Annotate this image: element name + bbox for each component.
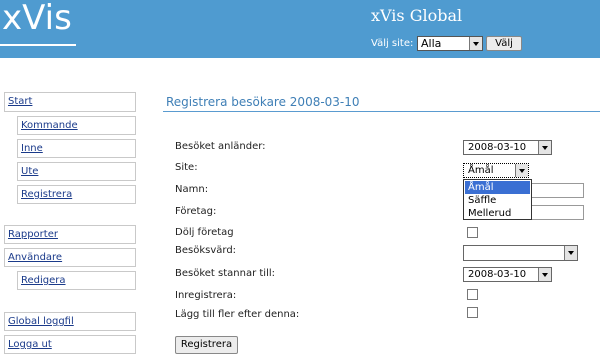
stay-until-select[interactable]: 2008-03-10 [463, 267, 552, 282]
add-more-checkbox[interactable] [467, 307, 478, 318]
site-select-label: Välj site: [371, 38, 414, 49]
name-label: Namn: [175, 184, 209, 195]
logo-underline [0, 44, 76, 46]
nav-item-start[interactable]: Start [4, 92, 136, 112]
nav-item-inne[interactable]: Inne [17, 139, 136, 158]
site-field-select[interactable]: Åmål [463, 163, 529, 178]
nav-item-kommande[interactable]: Kommande [17, 116, 136, 135]
page-title: Registrera besökare 2008-03-10 [166, 95, 360, 109]
site-label: Site: [175, 162, 198, 173]
nav-item-global-loggfil[interactable]: Global loggfil [4, 312, 136, 331]
nav-item-start-label: Start [8, 96, 33, 107]
site-field-value: Åmål [468, 165, 494, 176]
nav-item-ute-label: Ute [21, 166, 39, 177]
host-label: Besöksvärd: [175, 245, 237, 256]
arrival-label: Besöket anländer: [175, 141, 266, 152]
nav-item-redigera[interactable]: Redigera [17, 271, 136, 290]
chevron-down-icon[interactable] [469, 37, 482, 50]
site-choose-button[interactable]: Välj [486, 36, 522, 51]
stay-until-label: Besöket stannar till: [175, 268, 276, 279]
nav-item-rapporter-label: Rapporter [8, 229, 58, 240]
site-dropdown-list: Åmål Säffle Mellerud [463, 179, 532, 220]
chevron-down-icon[interactable] [515, 164, 528, 177]
stay-until-value: 2008-03-10 [468, 269, 527, 280]
nav-item-kommande-label: Kommande [21, 120, 78, 131]
site-option-saffle[interactable]: Säffle [465, 194, 530, 207]
add-more-label: Lägg till fler efter denna: [175, 309, 300, 320]
company-label: Företag: [175, 206, 217, 217]
nav-item-registrera-label: Registrera [21, 189, 73, 200]
hide-company-label: Dölj företag [175, 227, 234, 238]
nav-item-logga-ut-label: Logga ut [8, 339, 52, 350]
app-header: xVis xVis Global Välj site: Alla Välj [0, 0, 600, 58]
app-logo[interactable]: xVis [2, 0, 72, 38]
title-divider [163, 111, 600, 112]
register-button[interactable]: Registrera [175, 336, 238, 354]
site-select[interactable]: Alla [417, 36, 483, 51]
nav-item-global-loggfil-label: Global loggfil [8, 316, 74, 327]
company-input[interactable] [531, 205, 584, 220]
nav-item-rapporter[interactable]: Rapporter [4, 225, 136, 244]
nav-item-inne-label: Inne [21, 143, 43, 154]
site-option-amal[interactable]: Åmål [465, 181, 530, 194]
host-select[interactable] [463, 245, 578, 261]
nav-item-logga-ut[interactable]: Logga ut [4, 335, 136, 354]
chevron-down-icon[interactable] [564, 246, 577, 260]
nav-item-anvandare[interactable]: Användare [4, 248, 136, 267]
hide-company-checkbox[interactable] [467, 227, 478, 238]
arrival-date-select[interactable]: 2008-03-10 [463, 140, 552, 155]
nav-item-anvandare-label: Användare [8, 252, 63, 263]
site-select-value: Alla [421, 37, 442, 50]
arrival-date-value: 2008-03-10 [468, 142, 527, 153]
name-input[interactable] [531, 183, 584, 198]
nav-item-redigera-label: Redigera [21, 275, 66, 286]
site-option-mellerud[interactable]: Mellerud [465, 207, 530, 220]
nav-item-ute[interactable]: Ute [17, 162, 136, 181]
app-title: xVis Global [371, 6, 463, 25]
nav-item-registrera[interactable]: Registrera [17, 185, 136, 204]
chevron-down-icon[interactable] [538, 268, 551, 281]
chevron-down-icon[interactable] [538, 141, 551, 154]
checkin-label: Inregistrera: [175, 290, 237, 301]
checkin-checkbox[interactable] [467, 289, 478, 300]
